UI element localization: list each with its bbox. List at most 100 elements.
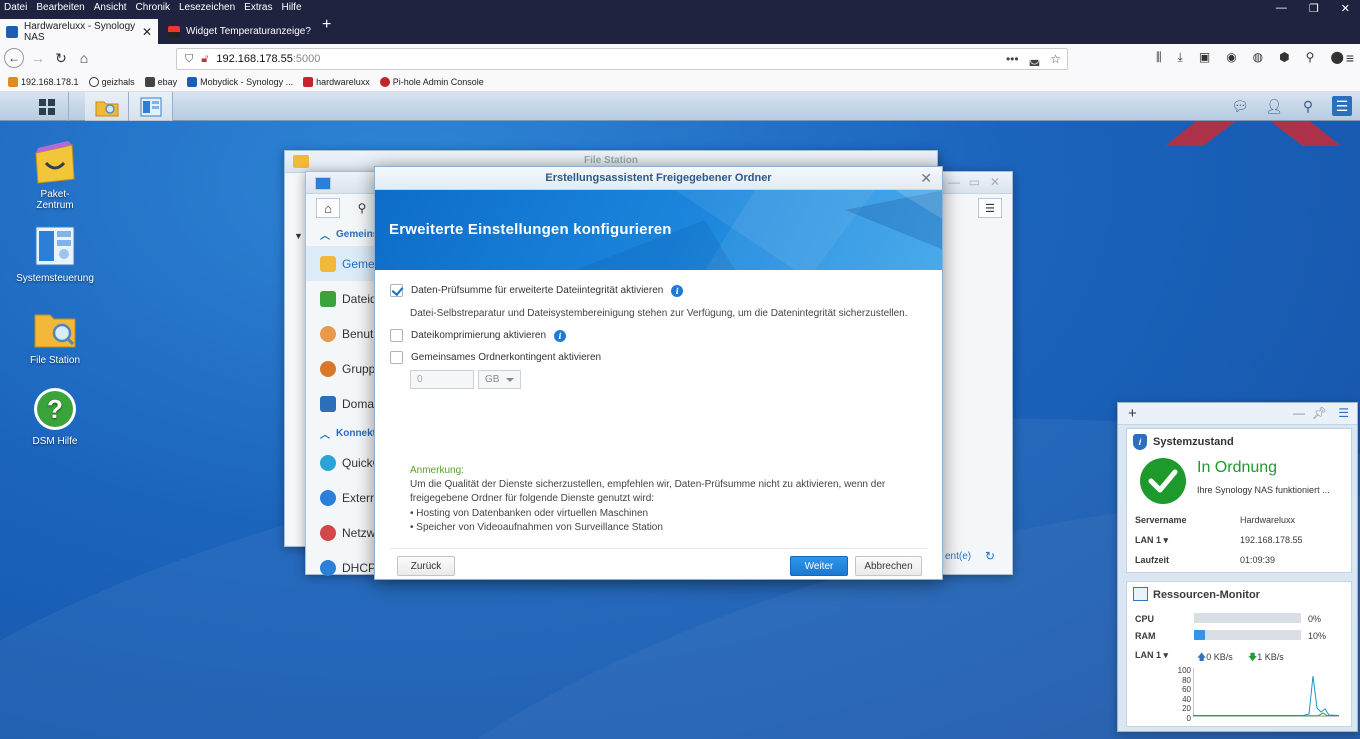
- close-window-icon[interactable]: ✕: [1341, 2, 1350, 15]
- bookmarks-toolbar: 192.168.178.1 geizhals ebay Mobydick - S…: [0, 72, 1360, 92]
- menu-chronik[interactable]: Chronik: [136, 1, 170, 15]
- sidebar-item-domain[interactable]: Domain: [306, 386, 383, 421]
- page-actions-icon[interactable]: •••: [1006, 52, 1019, 66]
- adblock-icon[interactable]: ⬢: [1279, 50, 1289, 65]
- sidebar-item-group[interactable]: Gruppe: [306, 351, 382, 386]
- desktop-icon-file-station[interactable]: File Station: [10, 305, 100, 366]
- globe-extension-icon[interactable]: ◍: [1253, 50, 1263, 65]
- insecure-lock-icon[interactable]: 🔓︎: [201, 53, 208, 66]
- back-icon[interactable]: ←: [4, 48, 24, 68]
- window-close-icon[interactable]: ✕: [990, 175, 1000, 189]
- sidebar-item-quickconnect[interactable]: QuickC: [306, 445, 381, 480]
- next-button[interactable]: Weiter: [790, 556, 848, 576]
- bookmark-pihole[interactable]: Pi-hole Admin Console: [379, 76, 484, 87]
- sidebar-item-external-access[interactable]: Extern: [306, 480, 381, 515]
- cancel-button[interactable]: Abbrechen: [855, 556, 922, 576]
- system-health-widget: i Systemzustand In Ordnung Ihre Synology…: [1126, 428, 1352, 573]
- health-status: In Ordnung: [1197, 459, 1278, 476]
- widget-layout-icon[interactable]: ☰: [1338, 406, 1349, 420]
- chat-icon[interactable]: 💬︎: [1230, 96, 1250, 116]
- window-minimize-icon[interactable]: —: [948, 175, 960, 189]
- ebay-icon: [144, 76, 155, 87]
- library-icon[interactable]: ⫼: [1156, 50, 1162, 65]
- footer-link[interactable]: ent(e): [945, 551, 971, 562]
- taskbar-control-panel[interactable]: [129, 92, 173, 121]
- compression-option[interactable]: Dateikomprimierung aktivieren i: [390, 329, 567, 342]
- hamburger-menu-icon[interactable]: ≡: [1340, 48, 1360, 68]
- user-icon[interactable]: 👤︎: [1264, 96, 1284, 116]
- dsm-taskbar: 💬︎ 👤︎ ⚲ ☰: [0, 92, 1360, 121]
- search-icon[interactable]: ⚲: [1298, 96, 1318, 116]
- collapse-arrow-icon[interactable]: ▼: [294, 231, 303, 241]
- shared-folder-icon: [320, 255, 336, 272]
- bookmark-geizhals[interactable]: geizhals: [88, 76, 135, 87]
- quota-checkbox[interactable]: [390, 351, 403, 364]
- info-icon[interactable]: i: [671, 284, 684, 297]
- lan-selector[interactable]: LAN 1 ▾: [1135, 650, 1168, 661]
- desktop-icon-dsm-help[interactable]: ? DSM Hilfe: [10, 386, 100, 447]
- url-bar[interactable]: ⛉ 🔓︎ 192.168.178.55 :5000 ••• ◛ ☆: [176, 48, 1068, 70]
- menu-extras[interactable]: Extras: [244, 1, 272, 15]
- desktop-icon-package-center[interactable]: Paket- Zentrum: [10, 139, 100, 211]
- download-icon[interactable]: ⤓: [1178, 50, 1183, 65]
- extension-icon[interactable]: ▣: [1199, 50, 1210, 65]
- tracking-shield-icon[interactable]: ⛉: [185, 53, 193, 66]
- sidebar-item-file-services[interactable]: Dateid: [306, 281, 381, 316]
- sidebar-item-user[interactable]: Benutz: [306, 316, 381, 351]
- bookmark-router[interactable]: 192.168.178.1: [8, 76, 79, 87]
- checksum-label: Daten-Prüfsumme für erweiterte Dateiinte…: [411, 285, 664, 296]
- bookmark-star-icon[interactable]: ☆: [1050, 52, 1061, 66]
- compression-checkbox[interactable]: [390, 329, 403, 342]
- search-field[interactable]: ⚲: [350, 198, 374, 218]
- close-icon[interactable]: ✕: [920, 170, 932, 187]
- bookmark-ebay[interactable]: ebay: [144, 76, 177, 87]
- home-icon[interactable]: ⌂: [74, 48, 94, 68]
- quota-unit-select[interactable]: GB: [478, 370, 521, 389]
- ok-check-icon: [1140, 458, 1186, 504]
- menu-lesezeichen[interactable]: Lesezeichen: [179, 1, 235, 15]
- menu-ansicht[interactable]: Ansicht: [94, 1, 127, 15]
- home-button[interactable]: ⌂: [316, 198, 340, 218]
- minimize-icon[interactable]: —: [1276, 2, 1287, 14]
- quota-value-input[interactable]: 0: [410, 370, 474, 389]
- widgets-icon[interactable]: ☰: [1332, 96, 1352, 116]
- minimize-widget-icon[interactable]: —: [1293, 406, 1305, 420]
- sidebar-item-dhcp[interactable]: DHCP-: [306, 550, 381, 585]
- sidebar-item-network[interactable]: Netzwe: [306, 515, 382, 550]
- window-maximize-icon[interactable]: ▭: [969, 175, 980, 189]
- back-button[interactable]: Zurück: [397, 556, 455, 576]
- refresh-icon[interactable]: ↻: [985, 549, 995, 563]
- checksum-option[interactable]: Daten-Prüfsumme für erweiterte Dateiinte…: [390, 284, 684, 297]
- menu-hilfe[interactable]: Hilfe: [282, 1, 302, 15]
- section-header-connectivity[interactable]: ︿ Konnekt: [306, 421, 381, 445]
- close-tab-icon[interactable]: ✕: [142, 25, 152, 39]
- quota-option[interactable]: Gemeinsames Ordnerkontingent aktivieren: [390, 351, 601, 364]
- dsm-favicon-icon: [6, 25, 18, 38]
- new-tab-icon[interactable]: +: [322, 16, 331, 34]
- menu-bearbeiten[interactable]: Bearbeiten: [36, 1, 84, 15]
- restore-icon[interactable]: ❐: [1309, 2, 1319, 15]
- forward-icon[interactable]: →: [28, 48, 48, 68]
- checksum-checkbox[interactable]: [390, 284, 403, 297]
- traffic-line: [1193, 675, 1339, 716]
- sort-button[interactable]: ☰: [978, 198, 1002, 218]
- main-menu-button[interactable]: [25, 92, 69, 121]
- info-icon[interactable]: i: [554, 329, 567, 342]
- pocket-icon[interactable]: ◛: [1029, 52, 1041, 66]
- taskbar-file-station[interactable]: [85, 92, 129, 121]
- bookmark-mobydick[interactable]: Mobydick - Synology ...: [187, 76, 293, 87]
- add-widget-icon[interactable]: +: [1128, 405, 1137, 422]
- account-icon[interactable]: ◉: [1226, 50, 1236, 65]
- pin-extension-icon[interactable]: ⚲: [1306, 50, 1315, 65]
- system-health-icon: i: [1133, 434, 1147, 450]
- sidebar-item-shared-folder[interactable]: Gemein: [306, 246, 384, 281]
- menu-datei[interactable]: Datei: [4, 1, 27, 15]
- pin-widget-icon[interactable]: 📌︎: [1312, 406, 1327, 420]
- bookmark-hardwareluxx[interactable]: hardwareluxx: [303, 76, 370, 87]
- tab-widget[interactable]: Widget Temperaturanzeige?: [162, 19, 312, 44]
- tab-synology[interactable]: Hardwareluxx - Synology NAS ✕: [0, 19, 158, 44]
- section-header-shared[interactable]: ︿ Gemeins: [306, 222, 381, 246]
- desktop-icon-control-panel[interactable]: Systemsteuerung: [10, 223, 100, 284]
- reload-icon[interactable]: ↻: [51, 48, 71, 68]
- lan-selector[interactable]: LAN 1 ▾: [1135, 535, 1168, 546]
